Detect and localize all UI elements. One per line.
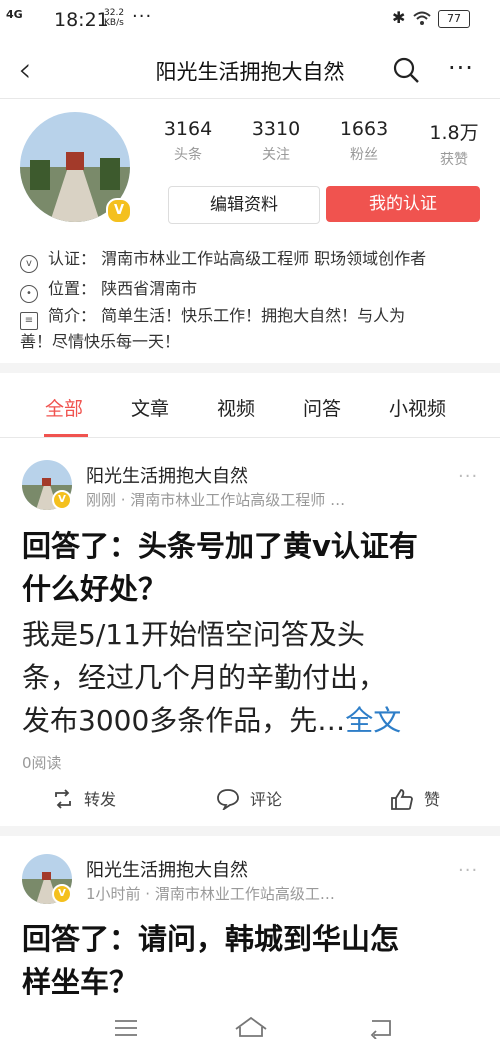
tab-short-videos[interactable]: 小视频 — [389, 394, 446, 421]
certification-text: 认证： 渭南市林业工作站高级工程师 职场领域创作者 — [48, 249, 427, 268]
bio-line-2: 善！尽情快乐每一天！ — [20, 332, 181, 351]
battery-indicator: 77 — [438, 10, 470, 28]
bluetooth-icon: ✱ — [392, 8, 406, 27]
bio-line-1: 简介： 简单生活！快乐工作！拥抱大自然！与人为 — [48, 306, 406, 325]
post-title-line: 什么好处？ — [22, 572, 168, 606]
thumbs-up-icon — [391, 789, 413, 810]
verified-badge: V — [52, 884, 72, 904]
share-label: 转发 — [84, 790, 117, 809]
stat-number: 3164 — [163, 118, 213, 140]
post-more-icon[interactable]: ··· — [458, 466, 478, 487]
tab-articles[interactable]: 文章 — [131, 394, 169, 421]
post-body-line: 我是5/11开始悟空问答及头 — [22, 618, 365, 651]
status-bar: 4G 18:21 32.2 KB/s ··· ✱ 77 — [0, 0, 500, 38]
post-title-line: 回答了：头条号加了黄v认证有 — [22, 529, 418, 563]
system-navigation-bar — [0, 1005, 500, 1055]
read-full-link[interactable]: 全文 — [345, 704, 401, 737]
document-icon: ≡ — [20, 312, 38, 330]
section-separator — [0, 363, 500, 373]
status-time: 18:21 — [54, 9, 109, 31]
like-label: 赞 — [424, 790, 441, 809]
more-options-icon[interactable]: ··· — [448, 54, 474, 82]
post-body-line: 条，经过几个月的辛勤付出， — [22, 661, 387, 694]
post-title[interactable]: 回答了：头条号加了黄v认证有 什么好处？ — [22, 525, 482, 611]
edit-profile-button[interactable]: 编辑资料 — [168, 186, 320, 224]
post-meta: 刚刚 · 渭南市林业工作站高级工程师 … — [86, 491, 346, 509]
location-info: • 位置： 陕西省渭南市 — [20, 275, 480, 303]
home-icon[interactable] — [234, 1015, 268, 1039]
search-icon[interactable] — [392, 56, 420, 84]
verified-badge: V — [52, 490, 72, 510]
stat-fans[interactable]: 1663 粉丝 — [324, 118, 404, 164]
comment-button[interactable]: 评论 — [216, 786, 283, 812]
comment-icon — [217, 789, 239, 812]
stat-label: 关注 — [262, 147, 290, 163]
tab-qa[interactable]: 问答 — [303, 394, 341, 421]
stat-number: 3310 — [251, 118, 301, 140]
stat-posts[interactable]: 3164 头条 — [148, 118, 228, 164]
read-count: 0阅读 — [22, 754, 62, 772]
stat-label: 粉丝 — [350, 147, 378, 163]
menu-icon[interactable] — [113, 1017, 139, 1039]
section-separator — [0, 826, 500, 836]
post-title[interactable]: 回答了：请问，韩城到华山怎 样坐车？ — [22, 918, 482, 1004]
tab-videos[interactable]: 视频 — [217, 394, 255, 421]
post-title-line: 样坐车？ — [22, 965, 139, 999]
divider — [0, 98, 500, 99]
post-meta: 1小时前 · 渭南市林业工作站高级工… — [86, 885, 335, 903]
post-author-name[interactable]: 阳光生活拥抱大自然 — [86, 856, 248, 882]
network-indicator: 4G — [6, 8, 23, 21]
post-title-line: 回答了：请问，韩城到华山怎 — [22, 922, 400, 956]
divider — [0, 437, 500, 438]
stat-likes[interactable]: 1.8万 获赞 — [414, 118, 494, 169]
stat-label: 获赞 — [440, 152, 468, 168]
tab-all[interactable]: 全部 — [45, 394, 83, 421]
like-button[interactable]: 赞 — [390, 786, 440, 810]
comment-label: 评论 — [250, 790, 283, 809]
my-verification-button[interactable]: 我的认证 — [326, 186, 480, 222]
stat-following[interactable]: 3310 关注 — [236, 118, 316, 164]
certification-info: v 认证： 渭南市林业工作站高级工程师 职场领域创作者 — [20, 245, 480, 273]
location-pin-icon: • — [20, 285, 38, 303]
verified-icon: v — [20, 255, 38, 273]
share-button[interactable]: 转发 — [52, 786, 116, 810]
post-body-line: 发布3000多条作品，先… — [22, 704, 346, 737]
stat-label: 头条 — [174, 147, 202, 163]
bio-info: ≡ 简介： 简单生活！快乐工作！拥抱大自然！与人为 善！尽情快乐每一天！ — [20, 304, 480, 354]
location-text: 位置： 陕西省渭南市 — [48, 279, 198, 298]
stat-number: 1663 — [339, 118, 389, 140]
post-more-icon[interactable]: ··· — [458, 860, 478, 881]
network-speed: 32.2 KB/s — [104, 8, 125, 28]
wifi-icon — [413, 11, 431, 25]
back-nav-icon[interactable] — [368, 1017, 394, 1039]
verified-badge: V — [106, 198, 132, 224]
post-author-name[interactable]: 阳光生活拥抱大自然 — [86, 462, 248, 488]
page-title: 阳光生活拥抱大自然 — [155, 60, 345, 84]
stat-number: 1.8万 — [429, 122, 479, 144]
post-body[interactable]: 我是5/11开始悟空问答及头 条，经过几个月的辛勤付出， 发布3000多条作品，… — [22, 613, 482, 742]
repost-icon — [55, 789, 71, 809]
status-more-icon: ··· — [132, 6, 153, 27]
